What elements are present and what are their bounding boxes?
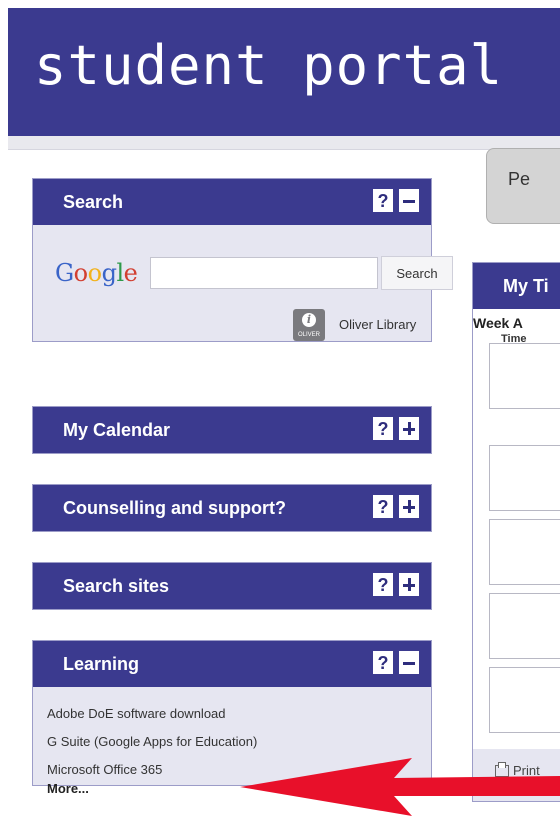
portal-title: student portal — [34, 34, 504, 97]
week-label: Week A — [473, 315, 523, 331]
learning-link-gsuite[interactable]: G Suite (Google Apps for Education) — [47, 733, 431, 751]
search-sites-panel-title: Search sites — [63, 576, 170, 596]
calendar-panel-header[interactable]: My Calendar ? — [33, 407, 431, 453]
learning-panel: Learning ? Adobe DoE software download G… — [32, 640, 432, 796]
header-divider — [8, 136, 560, 150]
timetable-slot — [489, 519, 560, 585]
search-panel-body: Google Search i OLIVER Oliver Library — [33, 225, 453, 341]
learning-panel-title: Learning — [63, 654, 140, 674]
printer-icon[interactable] — [495, 762, 509, 777]
learning-panel-help-button[interactable]: ? — [373, 651, 393, 674]
counselling-panel-header[interactable]: Counselling and support? ? — [33, 485, 431, 531]
search-panel-title: Search — [63, 192, 124, 212]
timetable-slot — [489, 667, 560, 733]
learning-link-adobe[interactable]: Adobe DoE software download — [47, 705, 431, 723]
oliver-library-link[interactable]: Oliver Library — [339, 317, 416, 332]
timetable-slot — [489, 343, 560, 409]
learning-panel-collapse-button[interactable] — [399, 651, 419, 674]
learning-more-link[interactable]: More... — [47, 781, 431, 796]
calendar-panel-title: My Calendar — [63, 420, 171, 440]
counselling-panel-title: Counselling and support? — [63, 498, 286, 518]
portal-header: student portal — [8, 8, 560, 136]
learning-link-office365[interactable]: Microsoft Office 365 — [47, 761, 431, 779]
oliver-library-icon[interactable]: i OLIVER — [293, 309, 325, 341]
learning-panel-header: Learning ? — [33, 641, 431, 687]
timetable-slot — [489, 445, 560, 511]
google-search-button[interactable]: Search — [381, 256, 453, 290]
counselling-panel-help-button[interactable]: ? — [373, 495, 393, 518]
counselling-panel-expand-button[interactable] — [399, 495, 419, 518]
learning-panel-body: Adobe DoE software download G Suite (Goo… — [33, 687, 431, 796]
timetable-title: My Ti — [503, 276, 549, 296]
calendar-panel-expand-button[interactable] — [399, 417, 419, 440]
timetable-footer: Print — [473, 749, 560, 801]
search-panel: Search ? Google Search i OLIVER Oliver L… — [32, 178, 453, 342]
search-panel-help-button[interactable]: ? — [373, 189, 393, 212]
search-sites-panel: Search sites ? — [32, 562, 432, 610]
search-panel-header: Search ? — [33, 179, 431, 225]
personal-tab-label: Pe — [508, 169, 531, 189]
search-panel-collapse-button[interactable] — [399, 189, 419, 212]
calendar-panel-help-button[interactable]: ? — [373, 417, 393, 440]
timetable-panel: My Ti Week A Time Print — [472, 262, 560, 802]
counselling-panel: Counselling and support? ? — [32, 484, 432, 532]
personal-tab-button[interactable]: Pe — [486, 148, 560, 224]
search-sites-panel-expand-button[interactable] — [399, 573, 419, 596]
search-sites-panel-header[interactable]: Search sites ? — [33, 563, 431, 609]
calendar-panel: My Calendar ? — [32, 406, 432, 454]
timetable-header: My Ti — [473, 263, 560, 309]
google-logo: Google — [55, 259, 138, 287]
print-link[interactable]: Print — [513, 763, 540, 778]
search-sites-panel-help-button[interactable]: ? — [373, 573, 393, 596]
timetable-slot — [489, 593, 560, 659]
google-search-input[interactable] — [150, 257, 378, 289]
